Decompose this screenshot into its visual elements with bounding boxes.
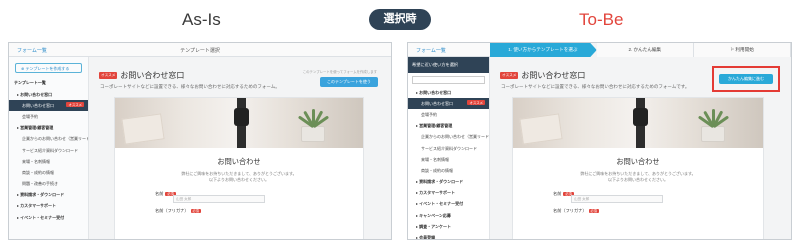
top-bar: フォーム一覧 [408,43,490,57]
sidebar-item[interactable]: サービス紹介資料ダウンロード [9,145,88,156]
step-start-using[interactable]: ⚐ 利用開始 [693,43,791,57]
template-sidebar: 希望に近い使い方を選択 ▸ お問い合わせ窓口 お問い合わせ窓口 オススメ 会場予約 ▸ … [408,57,490,239]
sidebar-item[interactable]: 会場予約 [9,111,88,122]
back-to-form-list-link[interactable]: フォーム一覧 [416,47,446,54]
sidebar-category[interactable]: ▸ 営業管理/顧客管理 [408,121,489,132]
step-choose-template[interactable]: 1. 使い方からテンプレートを選ぶ [490,43,597,57]
name-field: 名前 必須 山田 太郎 [553,191,763,203]
sidebar-item[interactable]: 会場予約 [408,109,489,120]
sidebar-category[interactable]: ▸ カスタマーサポート [408,188,489,199]
as-is-label: As-Is [182,10,221,29]
sidebar-item[interactable]: 企業からのお問い合わせ（営業リード管理） [9,134,88,145]
proceed-to-edit-button[interactable]: かんたん編集に進む [719,74,773,84]
as-is-screenshot: フォーム一覧 テンプレート選択 ⊕ テンプレートを作成する テンプレート一覧 ▸… [8,42,392,240]
sidebar-category[interactable]: ▸ カスタマーサポート [9,201,88,212]
template-title: オススメ お問い合わせ窓口 [99,71,185,80]
form-subtitle: 弊社にご興味をお持ちいただきまして、ありがとうございます。 以下よりお問い合わせく… [181,171,297,182]
name-input[interactable]: 山田 太郎 [173,195,265,203]
hero-image [513,98,763,148]
kana-field: 名前（フリガナ） 必須 [553,208,599,213]
form-preview-card: お問い合わせ 弊社にご興味をお持ちいただきまして、ありがとうございます。 以下より… [114,97,364,239]
recommended-tag: オススメ [467,100,485,106]
top-bar: フォーム一覧 テンプレート選択 [9,43,391,57]
sidebar-category[interactable]: ▸ 営業管理/顧客管理 [9,123,88,134]
sidebar-item[interactable]: サービス紹介資料ダウンロード [408,143,489,154]
sidebar-category[interactable]: ▸ 資料請求・ダウンロード [408,177,489,188]
form-preview-card: お問い合わせ 弊社にご興味をお持ちいただきまして、ありがとうございます。 以下より… [512,97,764,239]
sidebar-heading: 希望に近い使い方を選択 [408,57,489,73]
name-input[interactable]: 山田 太郎 [571,195,663,203]
sidebar-item[interactable]: 企業からのお問い合わせ（営業リード管理） [408,132,489,143]
sidebar-category[interactable]: ▸ 会員登録 [408,232,489,239]
use-template-button[interactable]: このテンプレートを使う [320,77,378,87]
sidebar-category[interactable]: ▸ キャンペーン応募 [408,210,489,221]
to-be-label: To-Be [579,10,624,29]
sidebar-category[interactable]: ▸ お問い合わせ窓口 [408,87,489,98]
name-field: 名前 必須 山田 太郎 [155,191,363,203]
form-title: お問い合わせ [217,157,261,166]
sidebar-item[interactable]: 商談・成約の情報 [408,165,489,176]
template-sidebar: ⊕ テンプレートを作成する テンプレート一覧 ▸ お問い合わせ窓口 お問い合わせ窓… [9,57,89,239]
sidebar-item[interactable]: 来場・名刺情報 [9,156,88,167]
recommended-tag: オススメ [66,102,84,108]
sidebar-category[interactable]: ▸ イベント・セミナー受付 [408,199,489,210]
kana-field: 名前（フリガナ） 必須 [155,208,201,213]
form-title: お問い合わせ [616,157,660,166]
form-subtitle: 弊社にご興味をお持ちいただきまして、ありがとうございます。 以下よりお問い合わせく… [580,171,696,182]
recommended-badge: オススメ [99,72,118,80]
sidebar-item[interactable]: 問題・改善の手続き [9,179,88,190]
window-title: テンプレート選択 [180,48,220,54]
sidebar-item[interactable]: お問い合わせ窓口 オススメ [408,98,489,110]
selection-state-badge: 選択時 [369,9,431,30]
template-description: コーポレートサイトなどに設置できる、様々なお問い合わせに対応するためのフォームで… [501,84,690,89]
template-preview: オススメ お問い合わせ窓口 コーポレートサイトなどに設置できる、様々なお問い合わせ… [89,57,391,239]
template-list-heading: テンプレート一覧 [14,80,46,85]
recommended-badge: オススメ [500,72,519,80]
sidebar-item[interactable]: 来場・名刺情報 [408,154,489,165]
sidebar-category[interactable]: ▸ 資料請求・ダウンロード [9,190,88,201]
template-preview: オススメ お問い合わせ窓口 コーポレートサイトなどに設置できる、様々なお問い合わせ… [490,57,791,239]
template-description: コーポレートサイトなどに設置できる、様々なお問い合わせに対応するためのフォーム。 [100,84,280,89]
step-easy-edit[interactable]: 2. かんたん編集 [596,43,694,57]
sidebar-item[interactable]: お問い合わせ窓口 オススメ [9,100,88,112]
search-input[interactable] [412,76,485,84]
template-note: このテンプレートを使ってフォームを作成します [302,70,377,74]
sidebar-item[interactable]: 商談・成約の情報 [9,167,88,178]
sidebar-category[interactable]: ▸ お問い合わせ窓口 [9,89,88,100]
to-be-screenshot: フォーム一覧 1. 使い方からテンプレートを選ぶ 2. かんたん編集 ⚐ 利用開… [407,42,792,240]
template-title: オススメ お問い合わせ窓口 [500,71,586,80]
sidebar-category[interactable]: ▸ イベント・セミナー受付 [9,212,88,223]
sidebar-category[interactable]: ▸ 調査・アンケート [408,221,489,232]
create-template-button[interactable]: ⊕ テンプレートを作成する [15,63,82,73]
hero-image [115,98,363,148]
step-progress: 1. 使い方からテンプレートを選ぶ 2. かんたん編集 ⚐ 利用開始 [490,43,791,57]
